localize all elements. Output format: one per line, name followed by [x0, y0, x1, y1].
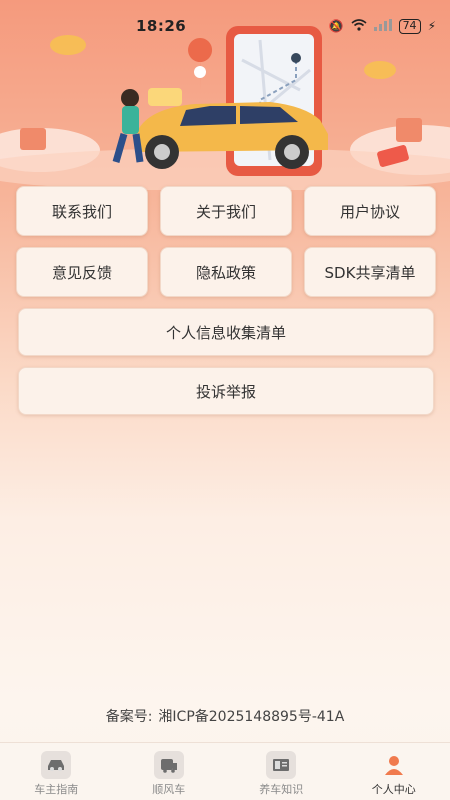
- user-agreement-button[interactable]: 用户协议: [304, 186, 436, 236]
- car-icon: [41, 751, 72, 779]
- sdk-share-list-button[interactable]: SDK共享清单: [304, 247, 436, 297]
- book-icon: [266, 751, 297, 779]
- tab-owner-guide[interactable]: 车主指南: [11, 751, 101, 797]
- menu-row-3: 个人信息收集清单: [16, 308, 436, 356]
- tab-label: 养车知识: [259, 783, 304, 796]
- personal-info-list-button[interactable]: 个人信息收集清单: [18, 308, 434, 356]
- tab-label: 个人中心: [371, 783, 416, 796]
- icp-value: 湘ICP备2025148895号-41A: [158, 709, 345, 725]
- menu-row-4: 投诉举报: [16, 367, 436, 415]
- about-us-button[interactable]: 关于我们: [160, 186, 292, 236]
- contact-us-button[interactable]: 联系我们: [16, 186, 148, 236]
- bottom-tab-bar: 车主指南 顺风车 养车知识 个人中心: [0, 742, 450, 800]
- menu-grid: 联系我们 关于我们 用户协议 意见反馈 隐私政策 SDK共享清单 个人信息收集清…: [16, 186, 436, 426]
- feedback-button[interactable]: 意见反馈: [16, 247, 148, 297]
- carpool-icon: [153, 751, 184, 779]
- icp-label: 备案号:: [105, 709, 153, 725]
- tab-car-knowledge[interactable]: 养车知识: [236, 751, 326, 797]
- hero-banner: [0, 0, 450, 190]
- tab-carpool[interactable]: 顺风车: [124, 751, 214, 797]
- complaint-report-button[interactable]: 投诉举报: [18, 367, 434, 415]
- icp-record: 备案号: 湘ICP备2025148895号-41A: [0, 706, 450, 726]
- menu-row-1: 联系我们 关于我们 用户协议: [16, 186, 436, 236]
- user-icon: [379, 751, 409, 779]
- privacy-policy-button[interactable]: 隐私政策: [160, 247, 292, 297]
- tab-personal-center[interactable]: 个人中心: [349, 751, 439, 797]
- tab-label: 顺风车: [152, 783, 186, 796]
- tab-label: 车主指南: [34, 783, 79, 796]
- menu-row-2: 意见反馈 隐私政策 SDK共享清单: [16, 247, 436, 297]
